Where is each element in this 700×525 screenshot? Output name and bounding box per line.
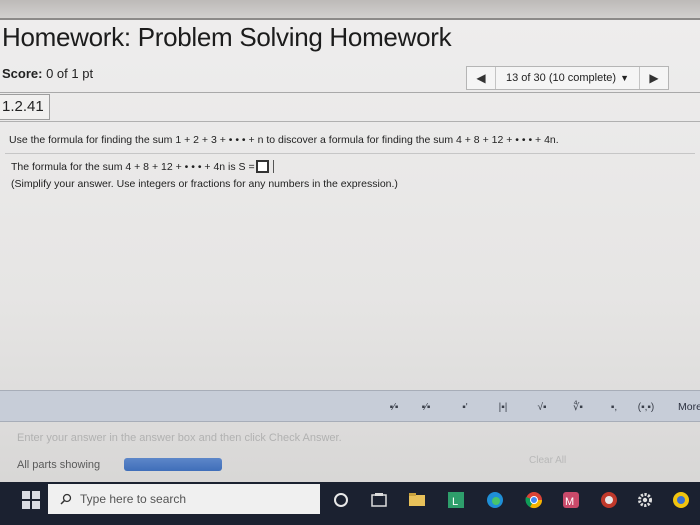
question-number: 1.2.41 <box>0 94 50 120</box>
fraction-icon: ▪⁄▪ <box>389 401 399 413</box>
divider <box>0 92 700 93</box>
windows-start-icon[interactable] <box>22 491 40 509</box>
nth-root-icon: ∜▪ <box>573 401 583 413</box>
more-label: More <box>678 401 700 413</box>
cortana-icon[interactable] <box>330 489 352 511</box>
file-explorer-icon[interactable] <box>406 489 428 511</box>
previous-question-button[interactable]: ◀ <box>467 67 495 89</box>
subscript-button[interactable]: ▪, <box>604 398 624 416</box>
store-icon[interactable]: L <box>445 489 467 511</box>
exponent-icon: ▪' <box>462 401 468 413</box>
divider <box>0 121 700 122</box>
absolute-value-button[interactable]: |▪| <box>493 398 513 416</box>
answer-input-box[interactable] <box>255 160 269 173</box>
search-placeholder: Type here to search <box>80 492 187 506</box>
task-view-icon[interactable] <box>368 489 390 511</box>
ordered-pair-button[interactable]: (▪,▪) <box>636 398 656 416</box>
progress-fill <box>124 458 222 471</box>
clear-all-button[interactable]: Clear All <box>529 455 566 466</box>
answer-row: The formula for the sum 4 + 8 + 12 + • •… <box>11 160 274 173</box>
question-selector-dropdown[interactable]: 13 of 30 (10 complete) ▼ <box>495 67 640 89</box>
exponent-button[interactable]: ▪' <box>455 398 475 416</box>
all-parts-label: All parts showing <box>17 459 101 471</box>
score-label: Score: <box>2 66 43 81</box>
office-icon[interactable] <box>598 489 620 511</box>
square-root-button[interactable]: √▪ <box>532 398 552 416</box>
search-icon <box>60 493 72 505</box>
question-navigator: ◀ 13 of 30 (10 complete) ▼ ▶ <box>466 66 669 90</box>
math-toolbar: ▪⁄▪ ▪⁄▪ ▪' |▪| √▪ ∜▪ ▪, (▪,▪) More <box>0 390 700 422</box>
chrome-icon[interactable] <box>523 489 545 511</box>
taskbar-search-input[interactable]: Type here to search <box>48 484 320 514</box>
settings-icon[interactable] <box>634 489 656 511</box>
next-question-button[interactable]: ▶ <box>640 67 668 89</box>
svg-text:M: M <box>565 496 574 508</box>
edge-icon[interactable] <box>484 489 506 511</box>
page-title: Homework: Problem Solving Homework <box>2 22 452 52</box>
divider <box>5 153 695 154</box>
mixed-number-icon: ▪⁄▪ <box>421 401 431 413</box>
mixed-number-button[interactable]: ▪⁄▪ <box>416 398 436 416</box>
answer-instruction: (Simplify your answer. Use integers or f… <box>11 178 398 190</box>
svg-text:L: L <box>452 496 458 508</box>
score-display: Score: 0 of 1 pt <box>2 66 93 81</box>
absolute-value-icon: |▪| <box>498 401 508 413</box>
nth-root-button[interactable]: ∜▪ <box>568 398 588 416</box>
footer-instruction: Enter your answer in the answer box and … <box>17 432 342 444</box>
app-icon[interactable]: M <box>560 489 582 511</box>
square-root-icon: √▪ <box>537 401 547 413</box>
ordered-pair-icon: (▪,▪) <box>637 401 655 413</box>
more-button[interactable]: More <box>678 398 700 416</box>
triangle-right-icon: ▶ <box>649 71 659 85</box>
parts-progress-bar <box>124 458 222 471</box>
fraction-button[interactable]: ▪⁄▪ <box>384 398 404 416</box>
windows-taskbar: Type here to search L M <box>0 482 700 525</box>
question-selector-text: 13 of 30 (10 complete) <box>506 72 617 84</box>
answer-prefix: The formula for the sum 4 + 8 + 12 + • •… <box>11 160 255 173</box>
app2-icon[interactable] <box>670 489 692 511</box>
chevron-down-icon: ▼ <box>620 73 629 83</box>
triangle-left-icon: ◀ <box>476 71 486 85</box>
score-value: 0 of 1 pt <box>46 66 94 81</box>
subscript-icon: ▪, <box>610 401 618 413</box>
question-prompt: Use the formula for finding the sum 1 + … <box>9 134 559 146</box>
browser-top-strip <box>0 0 700 20</box>
text-cursor <box>272 160 274 173</box>
